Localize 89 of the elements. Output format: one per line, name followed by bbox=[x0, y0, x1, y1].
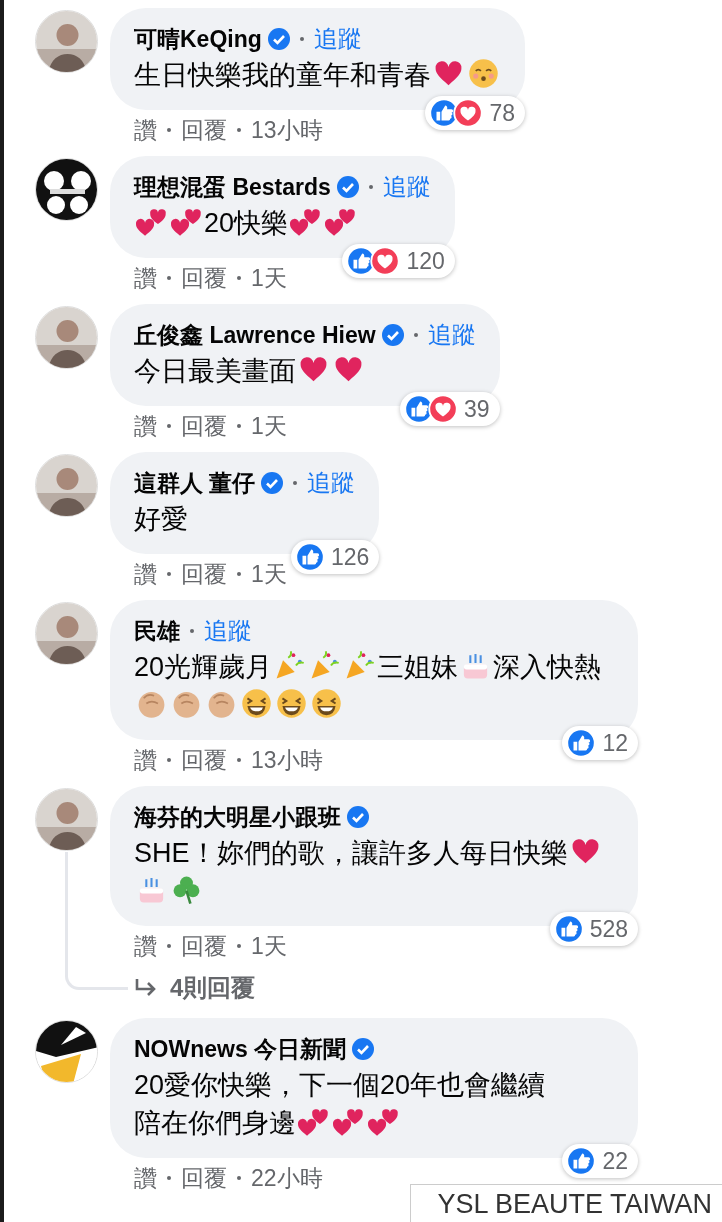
commenter-name[interactable]: 理想混蛋 Bestards bbox=[134, 171, 331, 203]
love-icon bbox=[428, 394, 458, 424]
timestamp[interactable]: 1天 bbox=[251, 930, 287, 962]
action-link[interactable]: 讚 bbox=[134, 410, 157, 442]
action-link[interactable]: 讚 bbox=[134, 1162, 157, 1194]
action-link[interactable]: 讚 bbox=[134, 114, 157, 146]
page-label: YSL BEAUTE TAIWAN bbox=[410, 1184, 722, 1222]
comment-text: 樂 bbox=[540, 837, 568, 870]
reaction-number: 78 bbox=[489, 99, 515, 127]
two-hearts-icon bbox=[298, 1106, 329, 1137]
reaction-number: 22 bbox=[602, 1147, 628, 1175]
two-hearts-icon bbox=[368, 1106, 399, 1137]
view-replies-link[interactable]: 4則回覆 bbox=[110, 966, 256, 1008]
party-popper-icon bbox=[274, 650, 306, 681]
follow-link[interactable]: 追蹤 bbox=[313, 23, 362, 55]
two-hearts-icon bbox=[171, 206, 202, 237]
follow-link[interactable]: 追蹤 bbox=[204, 615, 252, 647]
avatar bbox=[36, 159, 97, 220]
reaction-count[interactable]: 22 bbox=[562, 1144, 638, 1178]
clover-icon bbox=[171, 874, 202, 905]
comment-text: 快熱 bbox=[547, 651, 602, 684]
reaction-number: 120 bbox=[406, 247, 445, 275]
avatar bbox=[36, 455, 97, 516]
love-icon bbox=[453, 98, 484, 128]
love-icon bbox=[370, 246, 401, 276]
timestamp[interactable]: 1天 bbox=[251, 262, 287, 294]
action-link[interactable]: 讚 bbox=[134, 744, 157, 776]
timestamp[interactable]: 13小時 bbox=[251, 114, 323, 146]
timestamp[interactable]: 22小時 bbox=[251, 1162, 323, 1194]
commenter-name[interactable]: 丘俊鑫 Lawrence Hiew bbox=[134, 319, 376, 351]
commenter-name[interactable]: 海芬的大明星小跟班 bbox=[134, 801, 341, 833]
comment-text: 生日快樂我的童年和青春 bbox=[134, 59, 431, 92]
action-link[interactable]: 回覆 bbox=[181, 114, 227, 146]
comment-text: 陪在你們身邊 bbox=[134, 1107, 296, 1140]
action-link[interactable]: 讚 bbox=[134, 558, 157, 590]
reaction-count[interactable]: 120 bbox=[342, 244, 455, 278]
action-link[interactable]: 讚 bbox=[134, 262, 157, 294]
avatar bbox=[36, 11, 97, 72]
reaction-number: 39 bbox=[464, 395, 490, 423]
action-link[interactable]: 回覆 bbox=[181, 262, 227, 294]
comment-text: 20光輝歲月 bbox=[134, 651, 273, 684]
timestamp[interactable]: 1天 bbox=[251, 410, 287, 442]
party-popper-icon bbox=[344, 650, 376, 681]
commenter-name[interactable]: 這群人 董仔 bbox=[134, 467, 256, 499]
avatar bbox=[36, 307, 97, 368]
action-link[interactable]: 回覆 bbox=[181, 744, 227, 776]
two-hearts-icon bbox=[333, 1106, 364, 1137]
commenter-name[interactable]: NOWnews 今日新聞 bbox=[134, 1033, 347, 1065]
reaction-count[interactable]: 528 bbox=[549, 912, 638, 946]
like-icon bbox=[566, 728, 597, 758]
reaction-number: 126 bbox=[331, 543, 370, 571]
action-link[interactable]: 讚 bbox=[134, 930, 157, 962]
action-link[interactable]: 回覆 bbox=[181, 1162, 227, 1194]
reaction-count[interactable]: 12 bbox=[562, 726, 638, 760]
avatar bbox=[36, 1021, 97, 1082]
follow-link[interactable]: 追蹤 bbox=[307, 467, 356, 499]
action-link[interactable]: 回覆 bbox=[181, 410, 227, 442]
timestamp[interactable]: 13小時 bbox=[251, 744, 323, 776]
follow-link[interactable]: 追蹤 bbox=[427, 319, 476, 351]
reaction-count[interactable]: 78 bbox=[425, 96, 525, 130]
avatar bbox=[36, 789, 97, 850]
two-hearts-icon bbox=[136, 206, 167, 237]
reaction-count[interactable]: 126 bbox=[291, 540, 380, 574]
comment-text: 20愛你快樂，下一個20年也會繼續 bbox=[134, 1069, 546, 1102]
avatar bbox=[36, 603, 97, 664]
party-popper-icon bbox=[309, 650, 341, 681]
comment-text: 20快樂 bbox=[204, 207, 289, 240]
two-hearts-icon bbox=[290, 206, 322, 237]
follow-link[interactable]: 追蹤 bbox=[382, 171, 431, 203]
like-icon bbox=[553, 914, 584, 944]
comment-text: 好愛 bbox=[134, 503, 188, 536]
laughing-face-icon bbox=[276, 688, 307, 719]
commenter-name[interactable]: 可晴KeQing bbox=[134, 23, 262, 55]
timestamp[interactable]: 1天 bbox=[251, 558, 287, 590]
action-link[interactable]: 回覆 bbox=[181, 930, 227, 962]
kissing-face-icon bbox=[468, 58, 499, 89]
like-icon bbox=[566, 1146, 597, 1176]
comment-text: SHE！妳們的歌，讓許多人每日快 bbox=[134, 837, 541, 870]
reaction-number: 528 bbox=[589, 915, 628, 943]
laughing-face-icon bbox=[241, 688, 272, 719]
action-link[interactable]: 回覆 bbox=[181, 558, 227, 590]
laughing-face-icon bbox=[311, 688, 342, 719]
comment-text: 三姐妹 bbox=[377, 651, 459, 684]
commenter-name[interactable]: 民雄 bbox=[134, 615, 180, 647]
two-hearts-icon bbox=[325, 206, 357, 237]
reaction-number: 12 bbox=[602, 729, 628, 757]
like-icon bbox=[295, 542, 325, 572]
comment-text: 今日最美畫面 bbox=[134, 355, 296, 388]
reaction-count[interactable]: 39 bbox=[400, 392, 500, 426]
